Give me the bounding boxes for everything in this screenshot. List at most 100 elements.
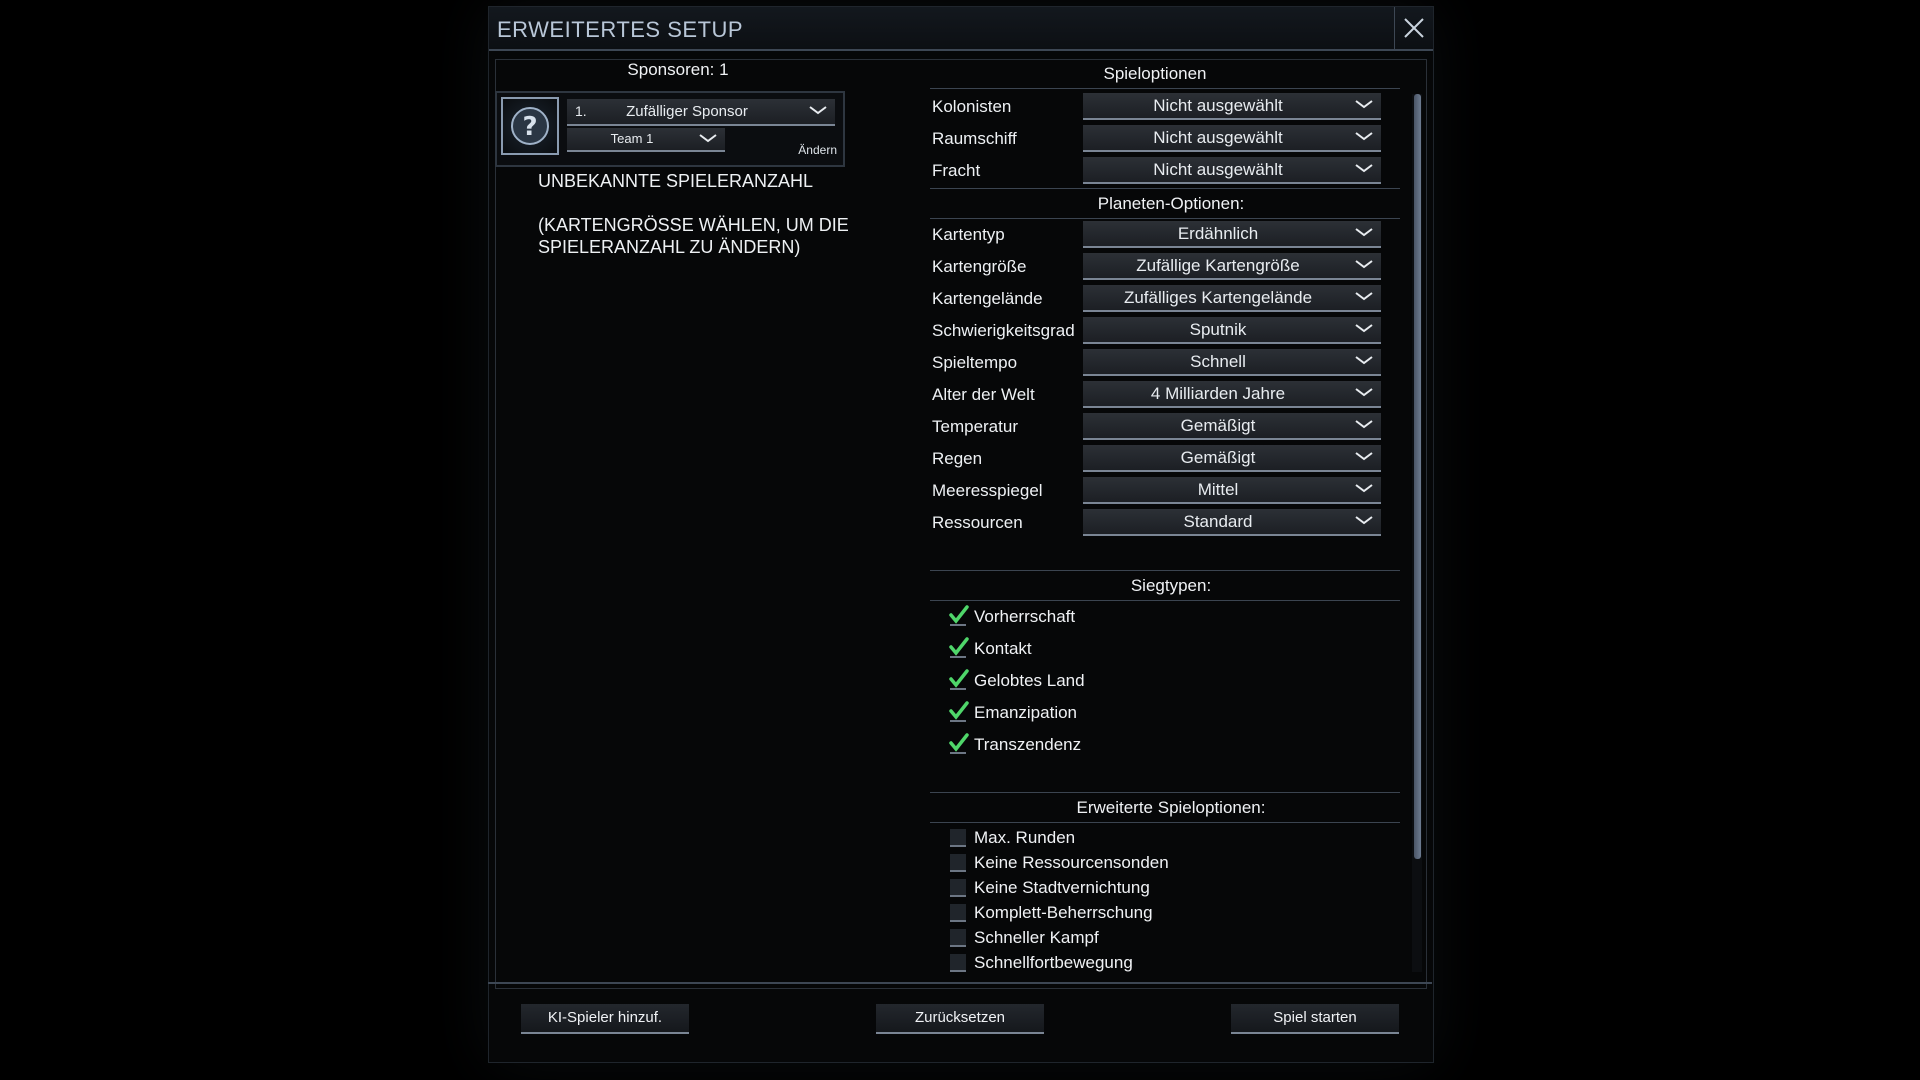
option-value: Nicht ausgewählt	[1153, 160, 1283, 179]
reset-button[interactable]: Zurücksetzen	[876, 1004, 1044, 1034]
checkbox[interactable]	[949, 701, 969, 722]
option-label: Spieltempo	[932, 353, 1018, 372]
checkbox[interactable]	[950, 929, 966, 947]
checkbox-row[interactable]: Keine Ressourcensonden	[950, 853, 1169, 873]
option-value: 4 Milliarden Jahre	[1150, 384, 1286, 403]
option-dropdown[interactable]: Gemäßigt	[1083, 445, 1381, 472]
chevron-down-icon	[1355, 100, 1373, 109]
checkbox[interactable]	[950, 879, 966, 897]
option-label: Temperatur	[932, 417, 1018, 436]
divider	[930, 218, 1400, 219]
option-value: Gemäßigt	[1180, 416, 1256, 435]
option-value: Nicht ausgewählt	[1153, 96, 1283, 115]
checkbox-row[interactable]: Emanzipation	[949, 701, 1078, 723]
checkbox[interactable]	[950, 904, 966, 922]
divider	[930, 792, 1400, 793]
option-label: Alter der Welt	[932, 385, 1035, 404]
avatar[interactable]: ?	[501, 97, 559, 155]
option-value: Schnell	[1190, 352, 1246, 371]
option-dropdown[interactable]: Nicht ausgewählt	[1083, 157, 1381, 184]
start-game-button[interactable]: Spiel starten	[1231, 1004, 1399, 1034]
option-dropdown[interactable]: Schnell	[1083, 349, 1381, 376]
close-button[interactable]	[1394, 7, 1433, 49]
chevron-down-icon	[1355, 132, 1373, 141]
sponsor-value: Zufälliger Sponsor	[626, 103, 748, 120]
checkbox-label: Transzendenz	[974, 735, 1082, 754]
option-dropdown[interactable]: Sputnik	[1083, 317, 1381, 344]
option-value: Gemäßigt	[1180, 448, 1256, 467]
chevron-down-icon	[699, 134, 717, 143]
checkbox-label: Keine Stadtvernichtung	[974, 878, 1150, 897]
option-dropdown[interactable]: Nicht ausgewählt	[1083, 125, 1381, 152]
checkbox-row[interactable]: Komplett-Beherrschung	[950, 903, 1153, 923]
change-link[interactable]: Ändern	[798, 143, 837, 157]
option-dropdown[interactable]: Standard	[1083, 509, 1381, 536]
option-label: Kartentyp	[932, 225, 1005, 244]
checkbox-label: Keine Ressourcensonden	[974, 853, 1169, 872]
option-label: Kolonisten	[932, 97, 1012, 116]
scrollbar-thumb[interactable]	[1414, 94, 1421, 859]
add-ai-player-button[interactable]: KI-Spieler hinzuf.	[521, 1004, 689, 1034]
svg-text:?: ?	[522, 112, 537, 142]
checkbox-row[interactable]: Keine Stadtvernichtung	[950, 878, 1150, 898]
chevron-down-icon	[1355, 292, 1373, 301]
checkbox[interactable]	[949, 669, 969, 690]
checkbox-row[interactable]: Schnellfortbewegung	[950, 953, 1133, 973]
option-dropdown[interactable]: Zufällige Kartengröße	[1083, 253, 1381, 280]
option-dropdown[interactable]: Erdähnlich	[1083, 221, 1381, 248]
checkbox-row[interactable]: Schneller Kampf	[950, 928, 1099, 948]
chevron-down-icon	[1355, 164, 1373, 173]
option-value: Erdähnlich	[1177, 224, 1259, 243]
team-value: Team 1	[610, 131, 654, 146]
option-dropdown[interactable]: Zufälliges Kartengelände	[1083, 285, 1381, 312]
checkbox[interactable]	[950, 854, 966, 872]
chevron-down-icon	[1355, 356, 1373, 365]
option-dropdown[interactable]: Mittel	[1083, 477, 1381, 504]
checkmark-icon	[949, 701, 969, 720]
sponsors-header: Sponsoren: 1	[627, 60, 729, 79]
divider	[930, 188, 1400, 189]
chevron-down-icon	[1355, 516, 1373, 525]
checkbox-row[interactable]: Transzendenz	[949, 733, 1082, 755]
question-mark-icon: ?	[511, 107, 549, 145]
checkbox[interactable]	[950, 829, 966, 847]
option-value: Sputnik	[1189, 320, 1247, 339]
checkmark-icon	[949, 669, 969, 688]
checkbox[interactable]	[949, 637, 969, 658]
team-dropdown[interactable]: Team 1	[567, 128, 725, 152]
victory-types-header: Siegtypen:	[1130, 576, 1212, 595]
checkbox-label: Vorherrschaft	[974, 607, 1076, 626]
map-size-hint: (KARTENGRÖSSE WÄHLEN, UM DIE SPIELERANZA…	[538, 215, 849, 257]
checkbox[interactable]	[949, 733, 969, 754]
unknown-player-count: UNBEKANNTE SPIELERANZAHL	[538, 171, 814, 191]
checkbox-label: Gelobtes Land	[974, 671, 1085, 690]
checkbox[interactable]	[949, 605, 969, 626]
checkbox-row[interactable]: Kontakt	[949, 637, 1032, 659]
option-label: Kartengröße	[932, 257, 1027, 276]
option-value: Zufälliges Kartengelände	[1123, 288, 1313, 307]
checkbox-label: Komplett-Beherrschung	[974, 903, 1153, 922]
chevron-down-icon	[1355, 484, 1373, 493]
checkbox-label: Emanzipation	[974, 703, 1078, 722]
option-dropdown[interactable]: Nicht ausgewählt	[1083, 93, 1381, 120]
checkmark-icon	[949, 605, 969, 624]
checkbox[interactable]	[950, 954, 966, 972]
checkbox-row[interactable]: Vorherrschaft	[949, 605, 1076, 627]
divider	[930, 822, 1400, 823]
option-label: Ressourcen	[932, 513, 1023, 532]
game-options-header: Spieloptionen	[1103, 64, 1207, 83]
option-label: Meeresspiegel	[932, 481, 1043, 500]
checkbox-row[interactable]: Max. Runden	[950, 828, 1075, 848]
option-dropdown[interactable]: 4 Milliarden Jahre	[1083, 381, 1381, 408]
sponsor-dropdown[interactable]: 1. Zufälliger Sponsor	[567, 99, 835, 126]
option-label: Kartengelände	[932, 289, 1043, 308]
checkbox-label: Max. Runden	[974, 828, 1076, 847]
chevron-down-icon	[1355, 260, 1373, 269]
option-value: Standard	[1183, 512, 1253, 531]
option-dropdown[interactable]: Gemäßigt	[1083, 413, 1381, 440]
option-label: Raumschiff	[932, 129, 1017, 148]
player-count-info: UNBEKANNTE SPIELERANZAHL (KARTENGRÖSSE W…	[538, 170, 898, 280]
option-label: Fracht	[932, 161, 981, 180]
checkbox-row[interactable]: Gelobtes Land	[949, 669, 1085, 691]
checkbox-label: Schneller Kampf	[974, 928, 1099, 947]
